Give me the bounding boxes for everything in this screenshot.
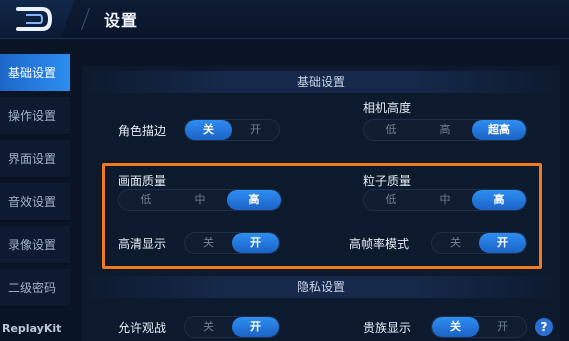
back-button[interactable]: [0, 0, 74, 38]
outline-option-on[interactable]: 开: [232, 120, 279, 140]
section-heading-privacy: 隐私设置: [84, 276, 558, 298]
particle-option-high[interactable]: 高: [472, 190, 526, 210]
outline-label: 角色描边: [118, 124, 167, 138]
hfr-option-off[interactable]: 关: [432, 233, 479, 253]
sidebar-item-basic[interactable]: 基础设置: [0, 54, 70, 92]
quality-label: 画面质量: [118, 174, 167, 188]
sidebar-item-controls[interactable]: 操作设置: [0, 97, 70, 135]
particle-option-mid[interactable]: 中: [418, 190, 472, 210]
section-heading-basic: 基础设置: [84, 71, 558, 93]
camera-height-toggle[interactable]: 低 高 超高: [363, 119, 527, 141]
camera-option-ultra[interactable]: 超高: [472, 120, 526, 140]
noble-toggle[interactable]: 关 开: [431, 316, 527, 338]
camera-option-high[interactable]: 高: [418, 120, 472, 140]
sidebar-item-password[interactable]: 二级密码: [0, 269, 70, 307]
hfr-option-on[interactable]: 开: [479, 233, 526, 253]
spectate-option-on[interactable]: 开: [232, 317, 279, 337]
noble-option-off[interactable]: 关: [432, 317, 479, 337]
hfr-label: 高帧率模式: [349, 237, 410, 251]
sidebar-item-audio[interactable]: 音效设置: [0, 183, 70, 221]
spectate-toggle[interactable]: 关 开: [184, 316, 280, 338]
page-title: 设置: [104, 11, 139, 30]
camera-option-low[interactable]: 低: [364, 120, 418, 140]
title-separator: [80, 8, 91, 30]
outline-toggle[interactable]: 关 开: [184, 119, 280, 141]
hfr-toggle[interactable]: 关 开: [431, 232, 527, 254]
particle-label: 粒子质量: [363, 174, 412, 188]
camera-label: 相机高度: [363, 101, 412, 115]
quality-toggle[interactable]: 低 中 高: [118, 189, 282, 211]
sidebar-item-recording[interactable]: 录像设置: [0, 226, 70, 264]
sidebar-item-interface[interactable]: 界面设置: [0, 140, 70, 178]
hd-label: 高清显示: [118, 237, 167, 251]
noble-option-on[interactable]: 开: [479, 317, 526, 337]
spectate-label: 允许观战: [118, 321, 167, 335]
particle-option-low[interactable]: 低: [364, 190, 418, 210]
scroll-edge: [560, 40, 569, 341]
quality-option-high[interactable]: 高: [227, 190, 281, 210]
help-icon[interactable]: ?: [535, 318, 553, 336]
top-bar: 设置: [0, 0, 569, 39]
hd-option-off[interactable]: 关: [185, 233, 232, 253]
quality-option-mid[interactable]: 中: [173, 190, 227, 210]
back-arrow-icon: [16, 7, 53, 31]
hd-option-on[interactable]: 开: [232, 233, 279, 253]
outline-option-off[interactable]: 关: [185, 120, 232, 140]
replaykit-watermark: ReplayKit: [2, 322, 62, 335]
noble-label: 贵族显示: [363, 321, 412, 335]
quality-option-low[interactable]: 低: [119, 190, 173, 210]
particle-toggle[interactable]: 低 中 高: [363, 189, 527, 211]
spectate-option-off[interactable]: 关: [185, 317, 232, 337]
hd-toggle[interactable]: 关 开: [184, 232, 280, 254]
sidebar: 基础设置 操作设置 界面设置 音效设置 录像设置 二级密码: [0, 44, 70, 341]
